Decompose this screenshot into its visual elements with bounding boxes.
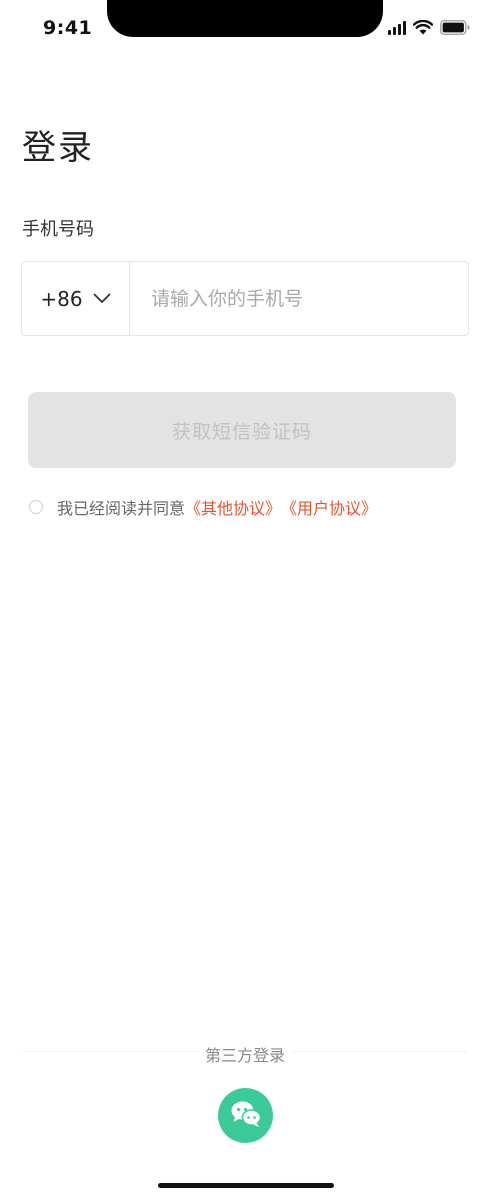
signal-icon — [388, 20, 406, 35]
wechat-login-button[interactable] — [218, 1088, 273, 1143]
user-agreement-link[interactable]: 《用户协议》 — [281, 495, 377, 519]
country-code-selector[interactable]: +86 — [22, 262, 130, 335]
home-indicator — [158, 1183, 334, 1188]
other-agreement-link[interactable]: 《其他协议》 — [185, 495, 281, 519]
agree-checkbox[interactable] — [29, 500, 43, 514]
battery-icon — [440, 20, 470, 35]
device-notch — [107, 0, 383, 37]
get-sms-code-button[interactable]: 获取短信验证码 — [28, 392, 456, 468]
third-party-login-label: 第三方登录 — [0, 1042, 490, 1066]
agreement-text: 我已经阅读并同意 — [57, 499, 186, 518]
phone-number-input[interactable] — [130, 262, 468, 335]
agreement-row: 我已经阅读并同意 《其他协议》 《用户协议》 — [29, 495, 377, 519]
chevron-down-icon — [93, 293, 111, 304]
phone-field-label: 手机号码 — [22, 219, 94, 240]
wifi-icon — [413, 20, 433, 35]
country-code-value: +86 — [40, 286, 83, 311]
status-time: 9:41 — [43, 17, 93, 39]
third-party-login-text: 第三方登录 — [198, 1046, 291, 1065]
wechat-icon — [229, 1099, 263, 1133]
phone-input-group: +86 — [21, 261, 469, 336]
page-title: 登录 — [22, 128, 94, 168]
status-bar: 9:41 — [0, 0, 490, 60]
status-icons — [388, 20, 470, 35]
